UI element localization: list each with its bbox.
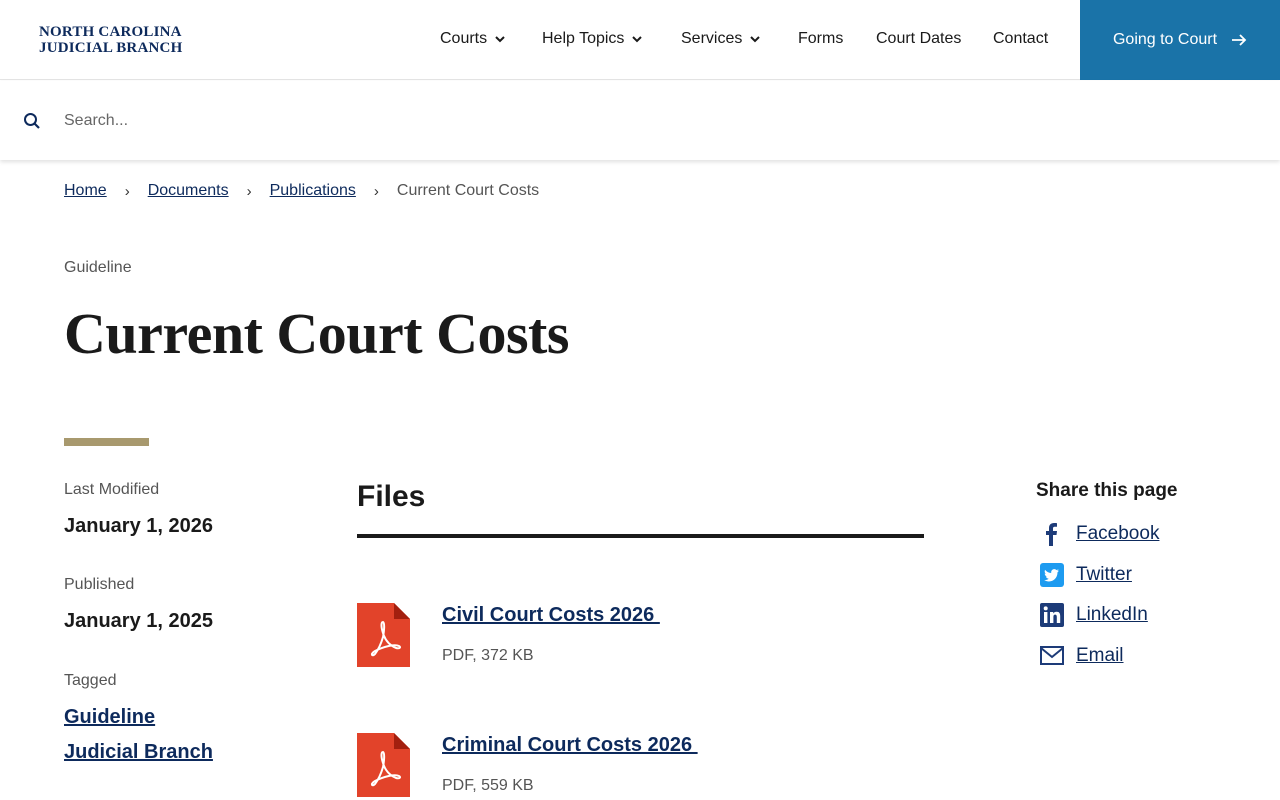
nav-item-services[interactable]: Services [681, 30, 761, 48]
tag-link-judicial-branch[interactable]: Judicial Branch [64, 741, 213, 764]
published-label: Published [64, 576, 135, 593]
going-to-court-button[interactable]: Going to Court [1080, 0, 1280, 80]
tagged-label: Tagged [64, 672, 117, 689]
nav-item-courts[interactable]: Courts [440, 30, 506, 48]
facebook-icon [1036, 520, 1068, 548]
share-facebook[interactable]: Facebook [1036, 520, 1159, 548]
cta-label: Going to Court [1112, 31, 1218, 48]
nav-label: Contact [993, 30, 1049, 47]
nav-label: Help Topics [542, 30, 625, 47]
file-item: Civil Court Costs 2026 PDF, 372 KB [357, 603, 924, 673]
accent-divider [64, 438, 149, 446]
breadcrumb-current: Current Court Costs [396, 182, 540, 199]
pdf-file-icon [357, 603, 410, 667]
share-linkedin[interactable]: LinkedIn [1036, 601, 1148, 629]
page-title: Current Court Costs [64, 301, 569, 366]
chevron-down-icon [495, 36, 505, 43]
nav-label: Forms [798, 30, 844, 47]
nav-item-forms[interactable]: Forms [798, 30, 843, 48]
file-link-civil-court-costs[interactable]: Civil Court Costs 2026 [442, 604, 660, 627]
breadcrumb: Home › Documents › Publications › Curren… [64, 182, 539, 200]
file-meta: PDF, 372 KB [442, 647, 534, 664]
chevron-down-icon [750, 36, 761, 43]
share-link-label: Facebook [1076, 523, 1160, 544]
search-bar [0, 81, 1280, 160]
arrow-right-icon [1232, 34, 1247, 46]
breadcrumb-publications[interactable]: Publications [270, 182, 356, 200]
twitter-icon [1036, 561, 1068, 589]
breadcrumb-separator-icon: › [246, 182, 252, 200]
nav-label: Services [681, 30, 743, 47]
breadcrumb-separator-icon: › [373, 182, 379, 200]
search-input[interactable] [64, 106, 1244, 136]
files-heading: Files [357, 480, 426, 513]
breadcrumb-documents[interactable]: Documents [148, 182, 229, 200]
site-logo[interactable]: NORTH CAROLINA JUDICIAL BRANCH [39, 24, 182, 56]
file-meta: PDF, 559 KB [442, 777, 534, 794]
nav-item-court-dates[interactable]: Court Dates [876, 30, 961, 48]
logo-line-1: NORTH CAROLINA [39, 24, 182, 40]
nav-label: Courts [440, 30, 488, 47]
share-link-label: LinkedIn [1076, 604, 1148, 625]
share-twitter[interactable]: Twitter [1036, 561, 1132, 589]
nav-label: Court Dates [876, 30, 962, 47]
published-value: January 1, 2025 [64, 610, 213, 632]
site-header: NORTH CAROLINA JUDICIAL BRANCH Courts He… [0, 0, 1280, 80]
last-modified-value: January 1, 2026 [64, 515, 213, 537]
breadcrumb-home[interactable]: Home [64, 182, 107, 200]
share-link-label: Twitter [1076, 564, 1132, 585]
search-icon[interactable] [23, 112, 41, 130]
share-email[interactable]: Email [1036, 642, 1124, 670]
file-link-criminal-court-costs[interactable]: Criminal Court Costs 2026 [442, 734, 698, 757]
last-modified-label: Last Modified [64, 481, 160, 498]
breadcrumb-separator-icon: › [124, 182, 130, 200]
tag-link-guideline[interactable]: Guideline [64, 706, 155, 729]
nav-item-help-topics[interactable]: Help Topics [542, 30, 643, 48]
linkedin-icon [1036, 601, 1068, 629]
logo-line-2: JUDICIAL BRANCH [39, 40, 183, 56]
files-divider [357, 534, 924, 538]
page-eyebrow: Guideline [64, 259, 132, 276]
share-link-label: Email [1076, 645, 1124, 666]
chevron-down-icon [632, 36, 643, 43]
share-heading: Share this page [1036, 480, 1178, 501]
nav-item-contact[interactable]: Contact [993, 30, 1048, 48]
email-icon [1036, 642, 1068, 670]
file-item: Criminal Court Costs 2026 PDF, 559 KB [357, 733, 924, 800]
pdf-file-icon [357, 733, 410, 797]
